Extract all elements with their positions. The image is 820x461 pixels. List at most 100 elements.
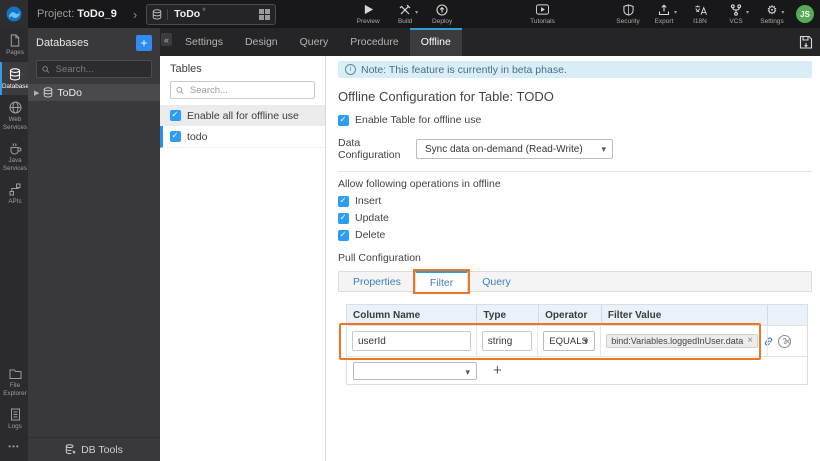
table-list-item-todo[interactable]: todo <box>160 126 325 148</box>
filter-table-row: EQUALS bind:Variables.loggedInUser.data <box>347 325 807 356</box>
deploy-button[interactable]: Deploy <box>430 3 454 25</box>
left-navigation-rail: Pages Databases Web Services Java Servic… <box>0 28 32 461</box>
operation-insert-row: Insert <box>338 195 820 207</box>
beta-note-banner: Note: This feature is currently in beta … <box>338 61 812 78</box>
sidebar-item-apis[interactable]: APIs <box>0 177 28 211</box>
operator-select[interactable]: EQUALS <box>543 331 596 351</box>
video-icon <box>536 3 550 16</box>
tree-item-todo-database[interactable]: ToDo <box>28 84 160 101</box>
add-database-button[interactable]: + <box>136 35 152 51</box>
db-tools-label: DB Tools <box>81 443 123 456</box>
caret-down-icon <box>781 9 784 16</box>
log-document-icon <box>10 408 20 421</box>
preview-button[interactable]: Preview <box>356 3 380 25</box>
note-text: Note: This feature is currently in beta … <box>361 63 567 76</box>
checkbox-checked-icon[interactable] <box>170 130 181 142</box>
sidebar-item-pages[interactable]: Pages <box>0 28 28 62</box>
coffee-cup-icon <box>10 143 21 155</box>
tab-filter[interactable]: Filter <box>414 271 469 292</box>
pull-config-tab-bar: Properties Filter Query <box>338 271 812 292</box>
checkbox-checked-icon[interactable] <box>338 195 349 207</box>
sidebar-item-databases[interactable]: Databases <box>0 61 32 96</box>
folder-icon <box>9 369 21 380</box>
operation-label: Delete <box>355 229 386 241</box>
filter-table-header: Column Name Type Operator Filter Value <box>347 305 807 325</box>
search-icon <box>176 86 184 94</box>
export-icon <box>658 3 670 16</box>
app-window: Project: ToDo_9 › ToDo * Preview ▾ Build… <box>0 0 820 461</box>
operation-label: Insert <box>355 195 382 207</box>
data-configuration-select[interactable]: Sync data on-demand (Read-Write) <box>416 139 613 159</box>
filter-value-chip: bind:Variables.loggedInUser.data <box>606 334 759 348</box>
build-button[interactable]: Build <box>393 3 417 25</box>
vcs-button[interactable]: VCS <box>724 3 748 25</box>
tab-procedure[interactable]: Procedure <box>339 28 409 56</box>
column-header-actions <box>767 305 807 325</box>
save-icon[interactable] <box>799 35 813 50</box>
checkbox-checked-icon[interactable] <box>338 229 349 241</box>
tab-properties[interactable]: Properties <box>339 272 415 291</box>
column-name-input[interactable] <box>352 331 471 351</box>
enable-all-offline-row[interactable]: Enable all for offline use <box>160 105 325 126</box>
i18n-button[interactable]: I18N <box>688 3 712 25</box>
panel-title: Databases <box>36 37 89 49</box>
sidebar-item-file-explorer[interactable]: File Explorer <box>0 362 28 402</box>
sidebar-item-logs[interactable]: Logs <box>0 402 28 436</box>
modified-marker: * <box>202 6 206 16</box>
expand-arrow-icon[interactable] <box>34 89 39 97</box>
delete-row-icon[interactable] <box>784 334 792 348</box>
security-button[interactable]: Security <box>616 3 640 25</box>
tree-item-label: ToDo <box>57 86 82 99</box>
search-icon <box>42 65 50 73</box>
tables-search-input[interactable] <box>187 83 309 97</box>
checkbox-checked-icon[interactable] <box>170 109 181 121</box>
tab-design[interactable]: Design <box>234 28 289 56</box>
page-icon <box>10 34 20 47</box>
database-search-input[interactable] <box>53 62 146 76</box>
tab-filter-query[interactable]: Query <box>468 272 525 291</box>
checkbox-checked-icon[interactable] <box>338 212 349 224</box>
selected-option: Sync data on-demand (Read-Write) <box>425 143 583 155</box>
tab-offline[interactable]: Offline <box>409 28 462 56</box>
caret-down-icon <box>415 9 418 16</box>
tables-panel-title: Tables <box>170 63 202 75</box>
info-icon <box>345 64 356 75</box>
offline-config-content: Note: This feature is currently in beta … <box>325 56 820 461</box>
translate-icon <box>694 3 707 16</box>
app-logo[interactable] <box>0 0 28 28</box>
build-tools-icon <box>399 3 411 16</box>
new-column-select[interactable] <box>353 361 477 380</box>
entity-selector[interactable]: ToDo * <box>146 3 277 25</box>
selected-operator: EQUALS <box>549 335 588 347</box>
tutorials-button[interactable]: Tutorials <box>530 3 555 25</box>
clear-value-icon[interactable] <box>747 336 753 346</box>
more-options-icon[interactable] <box>0 436 28 461</box>
gear-icon <box>767 3 778 16</box>
shield-icon <box>622 3 634 16</box>
collapse-panel-button[interactable] <box>161 33 172 46</box>
sidebar-item-java-services[interactable]: Java Services <box>0 136 28 177</box>
export-button[interactable]: I18N Export <box>652 3 676 25</box>
sidebar-item-web-services[interactable]: Web Services <box>0 95 28 136</box>
section-divider <box>338 171 812 172</box>
database-icon <box>44 87 53 98</box>
settings-button[interactable]: Settings <box>760 3 784 25</box>
checkbox-checked-icon[interactable] <box>338 114 349 126</box>
database-icon <box>152 8 169 20</box>
enable-table-label: Enable Table for offline use <box>355 114 482 126</box>
db-tools-button[interactable]: DB Tools <box>28 437 160 461</box>
user-avatar[interactable]: JS <box>796 5 814 23</box>
entity-name: ToDo <box>174 8 201 20</box>
type-input[interactable] <box>481 331 533 351</box>
branch-icon <box>730 3 742 16</box>
globe-icon <box>9 101 21 114</box>
table-item-label: todo <box>187 130 208 143</box>
column-header: Filter Value <box>600 305 767 325</box>
page-title: Offline Configuration for Table: TODO <box>338 89 554 104</box>
add-row-button[interactable]: + <box>493 362 502 379</box>
tab-query[interactable]: Query <box>289 28 340 56</box>
rail-spacer <box>0 211 28 363</box>
deploy-upload-icon <box>436 3 448 16</box>
grid-icon[interactable] <box>259 8 271 20</box>
tab-settings[interactable]: Settings <box>174 28 234 56</box>
